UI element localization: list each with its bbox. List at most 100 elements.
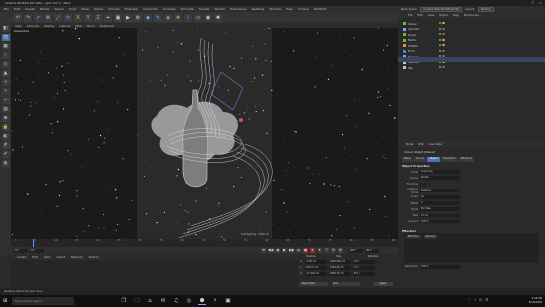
menu-mesh[interactable]: Mesh [81,7,89,11]
solo-icon[interactable]: ◐ [1,133,10,140]
menu-file[interactable]: File [4,7,9,11]
coord-mode-select[interactable]: Object (Rel) [300,282,328,286]
snap-icon[interactable]: ⌁ [1,97,10,104]
volume-icon[interactable]: ♪ [474,298,476,302]
position-field[interactable]: 453.07 cm [305,266,327,270]
camera-icon[interactable]: ◉ [204,13,212,22]
menu-edit[interactable]: Edit [14,7,20,11]
file-explorer-icon[interactable]: 🗀 [133,297,141,305]
size-field[interactable]: 3492.004 cm [329,260,351,264]
node-space-select[interactable]: Current (Standard/Physical) [420,6,463,12]
visibility-dot-icon[interactable] [439,66,442,69]
browser-icon[interactable]: ◎ [185,297,193,305]
windows-start-icon[interactable]: ⊞ [3,298,9,304]
lock-icon[interactable]: 🔒 [1,124,10,131]
axis-z-icon[interactable]: Z [94,13,102,22]
add-key-button[interactable]: ⊕ [338,248,343,253]
select-icon[interactable]: ➚ [34,13,42,22]
random-effector-item[interactable]: Random [423,235,438,239]
rotation-field[interactable]: P 0 ° [353,266,375,270]
make-editable-icon[interactable]: ◧ [1,25,10,32]
goto-start-button[interactable]: ⏮ [261,248,266,253]
visibility-dot-icon[interactable] [439,44,442,47]
mail-icon[interactable]: ✉ [159,297,167,305]
resolution-field[interactable]: 100 % [420,265,460,269]
size-mode-select[interactable]: Size [332,282,360,286]
attr-field-fix-clone[interactable]: ✓ [420,182,426,187]
material-menu-edit[interactable]: Edit [32,255,37,259]
keyframe-button[interactable]: ✦ [317,248,322,253]
rotation-field[interactable]: B 0 ° [353,272,375,276]
viewport-menu-prorender[interactable]: ProRender [100,24,114,28]
points-mode-icon[interactable]: ⁘ [1,52,10,59]
material-manager[interactable] [11,260,298,288]
object-menu-view[interactable]: View [428,13,434,17]
tab-object[interactable]: Object [427,157,440,162]
object-menu-bookmarks[interactable]: Bookmarks [464,13,479,17]
visibility-dot-icon[interactable] [439,22,442,25]
cube-icon[interactable]: ◆ [144,13,152,22]
autokey-button[interactable]: ⏺ [310,248,315,253]
menu-extensions[interactable]: Extensions [230,7,246,11]
position-field[interactable]: -17.344 cm [305,272,327,276]
layout-select[interactable]: Startup [477,6,494,12]
visibility-dot-icon[interactable] [439,49,442,52]
end-frame-field[interactable]: 90 F [349,248,363,253]
locked-workplane-icon[interactable]: ⊞ [1,115,10,122]
preview-end-field[interactable]: 90 F [365,248,379,253]
tray-chevron-icon[interactable]: ⌃ [468,298,471,302]
visibility-dot-icon[interactable] [442,66,445,69]
menu-redshift[interactable]: RedShift [314,7,327,11]
tweak-icon[interactable]: ✧ [1,88,10,95]
render-pv-icon[interactable]: ▶ [124,13,132,22]
rotate-icon[interactable]: ⟳ [64,13,72,22]
menu-modes[interactable]: Modes [40,7,50,11]
subdivision-icon[interactable]: ◈ [164,13,172,22]
move-icon[interactable]: ✥ [44,13,52,22]
undo-icon[interactable]: ↶ [14,13,22,22]
attr-field-count[interactable]: 10 [420,195,460,199]
render-view-icon[interactable]: ▣ [114,13,122,22]
prev-frame-button[interactable]: ◀ [275,248,280,253]
deformer-icon[interactable]: ⌇ [184,13,192,22]
visibility-dot-icon[interactable] [439,33,442,36]
redo-icon[interactable]: ↷ [24,13,32,22]
menu-simulate[interactable]: Simulate [181,7,194,11]
menu-select[interactable]: Select [55,7,64,11]
pen-icon[interactable]: ✎ [154,13,162,22]
viewport-menu-cameras[interactable]: Cameras [27,24,39,28]
viewport[interactable]: Perspective Grid Spacing : 1000 cm [11,28,398,239]
play-button[interactable]: ▶ [282,248,287,253]
menu-window[interactable]: Window [269,7,281,11]
task-view-icon[interactable]: ❐ [120,297,128,305]
maximize-button[interactable]: ❐ [530,1,535,5]
goto-end-button[interactable]: ⏭ [296,248,301,253]
visibility-dot-icon[interactable] [442,38,445,41]
sculpt-icon[interactable]: ◍ [1,160,10,167]
workplane-icon[interactable]: ▤ [1,106,10,113]
apply-button[interactable]: Apply [373,282,393,286]
material-menu-texture[interactable]: Texture [88,255,98,259]
axis-y-icon[interactable]: Y [84,13,92,22]
object-row-emitter[interactable]: Emitter [403,43,445,48]
help-button[interactable]: ? [324,248,329,253]
menu-realflow[interactable]: Realflow [252,7,265,11]
tab-basic[interactable]: Basic [402,157,413,162]
notifications-icon[interactable]: ☰ [485,298,488,302]
music-icon[interactable]: ♫ [172,297,180,305]
tab-coord[interactable]: Coord. [413,157,427,162]
menu-tools[interactable]: Tools [69,7,76,11]
object-menu-object[interactable]: Object [439,13,448,17]
tab-effectors[interactable]: Effectors [458,157,475,162]
next-frame-button[interactable]: ▶▶ [289,248,294,253]
loop-button[interactable]: ⟳ [331,248,336,253]
material-menu-view[interactable]: View [44,255,51,259]
object-row-cloner[interactable]: Cloner [403,21,445,26]
step-back-button[interactable]: ◀◀ [268,248,273,253]
position-field[interactable]: -3.45 cm [305,260,327,264]
scale-icon[interactable]: ⤢ [54,13,62,22]
axis-mode-icon[interactable]: ⊹ [1,79,10,86]
menu-tracker[interactable]: Tracker [199,7,210,11]
grid-icon[interactable]: # [1,142,10,149]
tab-transform[interactable]: Transform [440,157,458,162]
